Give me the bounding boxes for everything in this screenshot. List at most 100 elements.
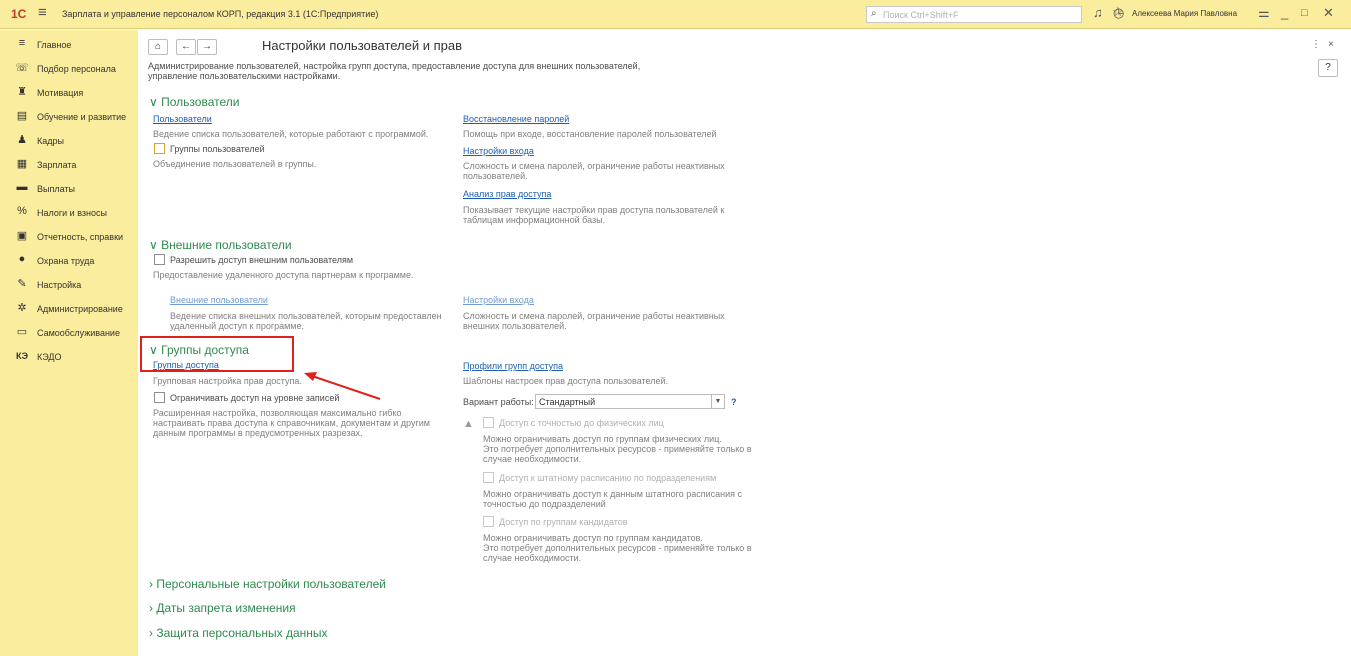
external-users-desc: Ведение списка внешних пользователей, ко… (170, 311, 442, 321)
helmet-icon: ● (18, 253, 26, 265)
sidebar-item-label: Охрана труда (37, 256, 95, 266)
sidebar-item-label: Отчетность, справки (37, 232, 124, 242)
access-profiles-desc: Шаблоны настроек прав доступа пользовате… (463, 376, 669, 386)
chevron-down-icon[interactable]: ▼ (711, 395, 724, 408)
candidates-access-desc-2: Это потребует дополнительных ресурсов - … (483, 543, 752, 553)
sidebar-item-taxes[interactable]: % Налоги и взносы (0, 201, 138, 225)
sidebar-item-label: Зарплата (37, 160, 77, 170)
sidebar-item-label: Администрирование (37, 304, 123, 314)
app-logo: 1С (11, 7, 27, 21)
section-personal-data-toggle[interactable]: › Защита персональных данных (149, 626, 328, 640)
arrow-right-icon: → (202, 41, 212, 52)
candidates-access-checkbox[interactable] (483, 516, 494, 527)
back-button[interactable]: ← (176, 39, 196, 55)
restrict-records-label[interactable]: Ограничивать доступ на уровне записей (170, 393, 339, 403)
rights-analysis-link[interactable]: Анализ прав доступа (463, 189, 551, 199)
sidebar-item-main[interactable]: ≡ Главное (0, 33, 138, 57)
home-button[interactable]: ⌂ (148, 39, 168, 55)
sidebar-item-payments[interactable]: ▬ Выплаты (0, 177, 138, 201)
kedo-icon: КЭ (15, 351, 28, 361)
individuals-access-desc: Можно ограничивать доступ по группам физ… (483, 434, 722, 444)
individuals-access-desc-2: Это потребует дополнительных ресурсов - … (483, 444, 752, 454)
sidebar-item-reports[interactable]: ▣ Отчетность, справки (0, 225, 138, 249)
chevron-down-icon: ∨ (149, 238, 162, 252)
section-users-toggle[interactable]: ∨ Пользователи (149, 95, 239, 109)
access-profiles-link[interactable]: Профили групп доступа (463, 361, 563, 371)
section-personal-settings-toggle[interactable]: › Персональные настройки пользователей (149, 577, 386, 591)
sidebar-item-label: Подбор персонала (37, 64, 116, 74)
sidebar-item-hr[interactable]: ♟ Кадры (0, 129, 138, 153)
menu-icon: ≡ (18, 37, 26, 49)
sidebar-item-label: Мотивация (37, 88, 84, 98)
window-title: Зарплата и управление персоналом КОРП, р… (62, 9, 379, 19)
close-icon[interactable]: ✕ (1323, 5, 1334, 21)
sidebar-item-label: Главное (37, 40, 72, 50)
more-icon[interactable]: ⋮ (1311, 39, 1321, 50)
sections-panel: ≡ Главное ☏ Подбор персонала ♜ Мотивация ▤ О… (0, 30, 138, 656)
arrow-left-icon: ← (181, 41, 191, 52)
user-groups-checkbox[interactable] (154, 143, 165, 154)
sidebar-item-recruiting[interactable]: ☏ Подбор персонала (0, 57, 138, 81)
restrict-records-desc-3: данным программы в предусмотренных разре… (153, 428, 363, 438)
restrict-records-checkbox[interactable] (154, 392, 165, 403)
section-title: Персональные настройки пользователей (156, 577, 386, 591)
work-mode-select[interactable]: Стандартный ▼ (535, 394, 725, 409)
search-input[interactable]: ⌕ Поиск Ctrl+Shift+F (866, 6, 1082, 23)
page-description-2: управление пользовательскими настройками… (148, 71, 341, 81)
section-external-toggle[interactable]: ∨ Внешние пользователи (149, 238, 292, 252)
individuals-access-checkbox[interactable] (483, 417, 494, 428)
search-icon: ⌕ (871, 8, 877, 19)
warning-icon: ▲ (463, 418, 474, 430)
sidebar-item-safety[interactable]: ● Охрана труда (0, 249, 138, 273)
close-form-icon[interactable]: × (1328, 39, 1334, 50)
login-settings-desc-2: пользователей. (463, 171, 528, 181)
external-users-link[interactable]: Внешние пользователи (170, 295, 268, 305)
login-settings-link[interactable]: Настройки входа (463, 146, 534, 156)
help-button[interactable]: ? (1318, 59, 1338, 77)
sidebar-item-setup[interactable]: ✎ Настройка (0, 273, 138, 297)
favorites-icon[interactable]: ☆ (1112, 4, 1124, 20)
sidebar-item-admin[interactable]: ✲ Администрирование (0, 297, 138, 321)
forward-button[interactable]: → (197, 39, 217, 55)
user-groups-label[interactable]: Группы пользователей (170, 144, 265, 154)
password-recovery-link[interactable]: Восстановление паролей (463, 114, 569, 124)
users-link[interactable]: Пользователи (153, 114, 212, 124)
sidebar-item-salary[interactable]: ▦ Зарплата (0, 153, 138, 177)
main-menu-icon[interactable]: ≡ (38, 4, 47, 21)
sidebar-item-label: Кадры (37, 136, 64, 146)
sidebar-item-kedo[interactable]: КЭ КЭДО (0, 345, 138, 369)
calculator-icon: ▦ (16, 158, 28, 170)
report-icon: ▣ (16, 230, 28, 242)
access-groups-link[interactable]: Группы доступа (153, 360, 219, 370)
search-placeholder: Поиск Ctrl+Shift+F (883, 10, 959, 20)
login-settings-desc: Сложность и смена паролей, ограничение р… (463, 161, 725, 171)
current-user[interactable]: Алексеева Мария Павловна (1132, 9, 1237, 18)
restrict-records-desc-2: настраивать права доступа к справочникам… (153, 418, 430, 428)
allow-external-checkbox[interactable] (154, 254, 165, 265)
sidebar-item-label: Настройка (37, 280, 82, 290)
sidebar-item-selfservice[interactable]: ▭ Самообслуживание (0, 321, 138, 345)
individuals-access-label: Доступ с точностью до физических лиц (499, 418, 664, 428)
wrench-icon: ✎ (17, 278, 27, 290)
sidebar-item-label: Обучение и развитие (37, 112, 127, 122)
candidates-access-desc: Можно ограничивать доступ по группам кан… (483, 533, 703, 543)
section-title: Внешние пользователи (161, 238, 292, 252)
users-desc: Ведение списка пользователей, которые ра… (153, 129, 429, 139)
work-mode-help[interactable]: ? (731, 397, 737, 407)
candidates-access-label: Доступ по группам кандидатов (499, 517, 628, 527)
bell-icon[interactable]: ♫ (1093, 5, 1103, 20)
allow-external-label[interactable]: Разрешить доступ внешним пользователям (170, 255, 353, 265)
maximize-icon[interactable]: □ (1301, 7, 1308, 19)
sidebar-item-label: КЭДО (37, 352, 62, 362)
sidebar-item-training[interactable]: ▤ Обучение и развитие (0, 105, 138, 129)
section-access-groups-toggle[interactable]: ∨ Группы доступа (149, 343, 249, 357)
settings-menu-icon[interactable]: ⚌ (1258, 5, 1270, 21)
sidebar-item-motivation[interactable]: ♜ Мотивация (0, 81, 138, 105)
section-title: Группы доступа (161, 343, 249, 357)
sidebar-item-label: Налоги и взносы (37, 208, 107, 218)
section-edit-lock-dates-toggle[interactable]: › Даты запрета изменения (149, 601, 296, 615)
staffing-access-checkbox[interactable] (483, 472, 494, 483)
people-icon: ♜ (17, 86, 27, 98)
external-login-settings-link[interactable]: Настройки входа (463, 295, 534, 305)
minimize-icon[interactable]: _ (1281, 5, 1288, 20)
